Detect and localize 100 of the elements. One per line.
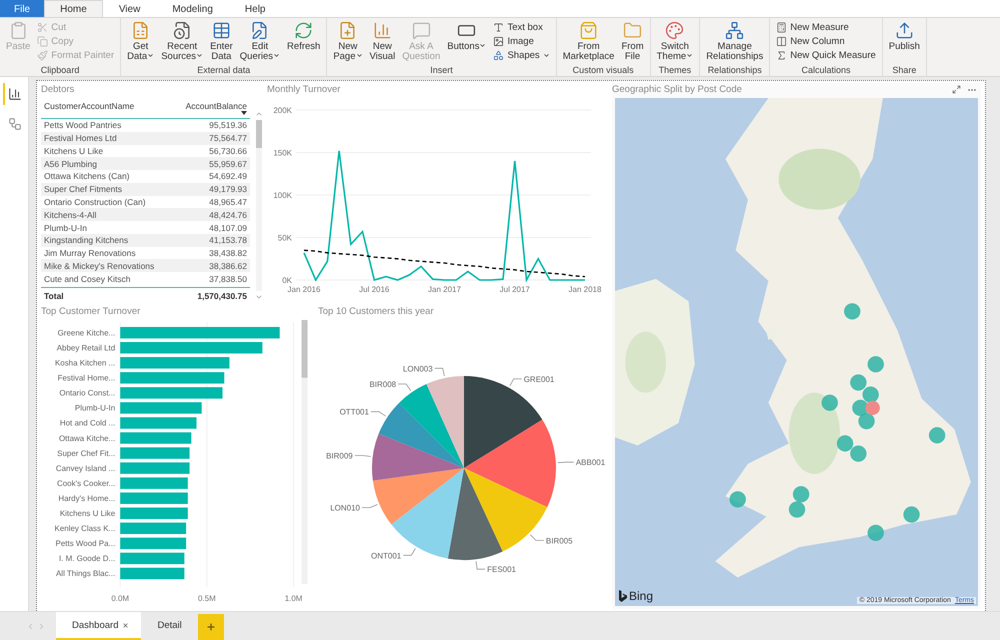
table-cell-text: 41,153.78 <box>208 235 248 246</box>
calculator-icon <box>776 22 788 33</box>
scrollbar[interactable] <box>302 320 308 584</box>
table-cell-text: Ottawa Kitchens (Can) <box>43 171 131 182</box>
page-tab[interactable]: Dashboard <box>56 612 142 640</box>
ribbon-button[interactable]: Recent Sources <box>158 20 206 62</box>
slice-label: OTT001 <box>340 408 369 417</box>
bar <box>120 462 190 474</box>
axis-label: Kenley Class K... <box>54 524 116 534</box>
table-row[interactable]: Ontario Construction (Can) 48,965.47 <box>41 196 250 208</box>
visual-title: Debtors <box>41 83 76 96</box>
table-row[interactable]: Kitchens U Like 56,730.66 <box>41 144 250 158</box>
table-cell-text: 55,959.67 <box>208 158 248 169</box>
table-cell-text: A56 Plumbing <box>43 158 98 169</box>
ribbon-button[interactable]: New Visual <box>366 20 398 62</box>
speech-bubble-icon <box>412 21 431 40</box>
axis-label: Jan 2018 <box>568 285 602 294</box>
axis-label: 200K <box>273 106 292 115</box>
bar <box>120 447 190 459</box>
ribbon-tab[interactable]: Modeling <box>156 0 229 17</box>
copy-icon <box>37 36 48 47</box>
table-row[interactable]: A56 Plumbing 55,959.67 <box>41 157 250 170</box>
ribbon-button[interactable]: Refresh <box>284 20 324 52</box>
ribbon-button[interactable]: Image <box>490 35 553 48</box>
chevron-down-icon[interactable] <box>254 293 262 301</box>
caret-icon <box>196 52 204 58</box>
ribbon-button[interactable]: Shapes <box>490 49 553 62</box>
table-row[interactable]: Jim Murray Renovations 38,438.82 <box>41 246 250 260</box>
axis-label: Kosha Kitchen ... <box>54 358 116 368</box>
report-view-icon <box>8 87 22 101</box>
file-menu[interactable]: File <box>0 0 44 17</box>
caret-icon <box>686 52 694 58</box>
table-row[interactable]: Kingstanding Kitchens 41,153.78 <box>41 234 250 247</box>
table-cell-text: Cute and Cosey Kitsch <box>43 274 132 284</box>
chevron-left-icon[interactable] <box>26 622 35 630</box>
refresh-icon <box>294 21 314 40</box>
ribbon-button[interactable]: New Quick Measure <box>773 49 879 62</box>
slice-label: GRE001 <box>524 374 554 384</box>
map-logo: Bing <box>629 589 654 603</box>
axis-label: 0K <box>282 276 292 285</box>
clock-file-icon <box>172 21 192 40</box>
bar <box>120 522 186 534</box>
spreadsheet-icon <box>131 21 150 40</box>
image-icon <box>493 36 504 47</box>
axis-label: Plumb-U-In <box>74 404 116 413</box>
close-icon[interactable] <box>122 622 130 628</box>
ribbon-tab[interactable]: View <box>102 0 156 17</box>
column-header[interactable]: CustomerAccountName <box>41 99 183 118</box>
focus-mode-icon[interactable] <box>952 85 961 94</box>
ribbon-button[interactable]: From Marketplace <box>560 20 618 62</box>
ribbon-button[interactable]: Buttons <box>444 20 490 52</box>
bar <box>120 508 188 519</box>
table-cell-text: Kitchens U Like <box>43 146 104 156</box>
ribbon-tab[interactable]: Home <box>44 0 103 17</box>
ribbon-button[interactable]: New Page <box>330 20 366 62</box>
ribbon-button[interactable]: From File <box>618 20 647 62</box>
ribbon-button[interactable]: Switch Theme <box>654 20 696 62</box>
leader-line <box>557 462 574 464</box>
bar <box>120 538 186 550</box>
scroll-thumb[interactable] <box>256 120 262 148</box>
table-cell-text: 56,730.66 <box>208 146 248 156</box>
group-label: Calculations <box>800 65 852 76</box>
ribbon-button[interactable]: Enter Data <box>207 20 236 62</box>
table-cell-text: 37,838.50 <box>208 274 248 284</box>
table-cell-text: Mike & Mickey's Renovations <box>43 260 156 271</box>
table-row[interactable]: Ottawa Kitchens (Can) 54,692.49 <box>41 170 250 183</box>
axis-label: 1.0M <box>284 594 302 604</box>
axis-label: 100K <box>273 191 292 200</box>
sigma-icon <box>776 50 788 61</box>
ribbon-button[interactable]: Publish <box>886 20 923 52</box>
add-page-button[interactable] <box>198 614 224 640</box>
upload-icon <box>894 21 914 40</box>
table-row[interactable]: Super Chef Fitments 49,179.93 <box>41 182 250 196</box>
table-cell-text: 38,386.62 <box>208 260 248 271</box>
caret-icon <box>147 52 154 58</box>
ribbon-button[interactable]: New Column <box>773 35 879 48</box>
axis-label: Hardy's Home... <box>58 494 116 503</box>
ribbon-button[interactable]: Get Data <box>124 20 158 62</box>
ribbon-button[interactable]: Manage Relationships <box>703 20 766 62</box>
group-label: Custom visuals <box>572 65 635 76</box>
chart-title: Monthly Turnover <box>267 83 342 96</box>
ribbon-button[interactable]: Edit Queries <box>236 20 284 62</box>
table-row[interactable]: Mike & Mickey's Renovations 38,386.62 <box>41 259 250 272</box>
axis-label: Hot and Cold ... <box>60 418 116 428</box>
axis-label: Abbey Retail Ltd <box>56 344 116 352</box>
chevron-up-icon[interactable] <box>254 110 262 118</box>
axis-label: Jan 2017 <box>428 285 461 294</box>
bar <box>120 432 192 444</box>
chevron-right-icon[interactable] <box>37 622 46 630</box>
table-row[interactable]: Kitchens-4-All 48,424.76 <box>41 208 250 222</box>
ribbon-button[interactable]: Text box <box>490 21 553 34</box>
column-header[interactable]: AccountBalance <box>182 99 250 118</box>
bag-icon <box>579 21 598 40</box>
ribbon-button[interactable]: New Measure <box>773 21 879 34</box>
axis-label: Petts Wood Pa... <box>56 539 116 548</box>
axis-label: 150K <box>273 148 292 158</box>
table-row[interactable]: Festival Homes Ltd 75,564.77 <box>41 132 250 145</box>
scrollbar[interactable] <box>256 120 262 291</box>
ribbon-tab[interactable]: Help <box>228 0 282 17</box>
page-tab[interactable]: Detail <box>141 612 194 640</box>
